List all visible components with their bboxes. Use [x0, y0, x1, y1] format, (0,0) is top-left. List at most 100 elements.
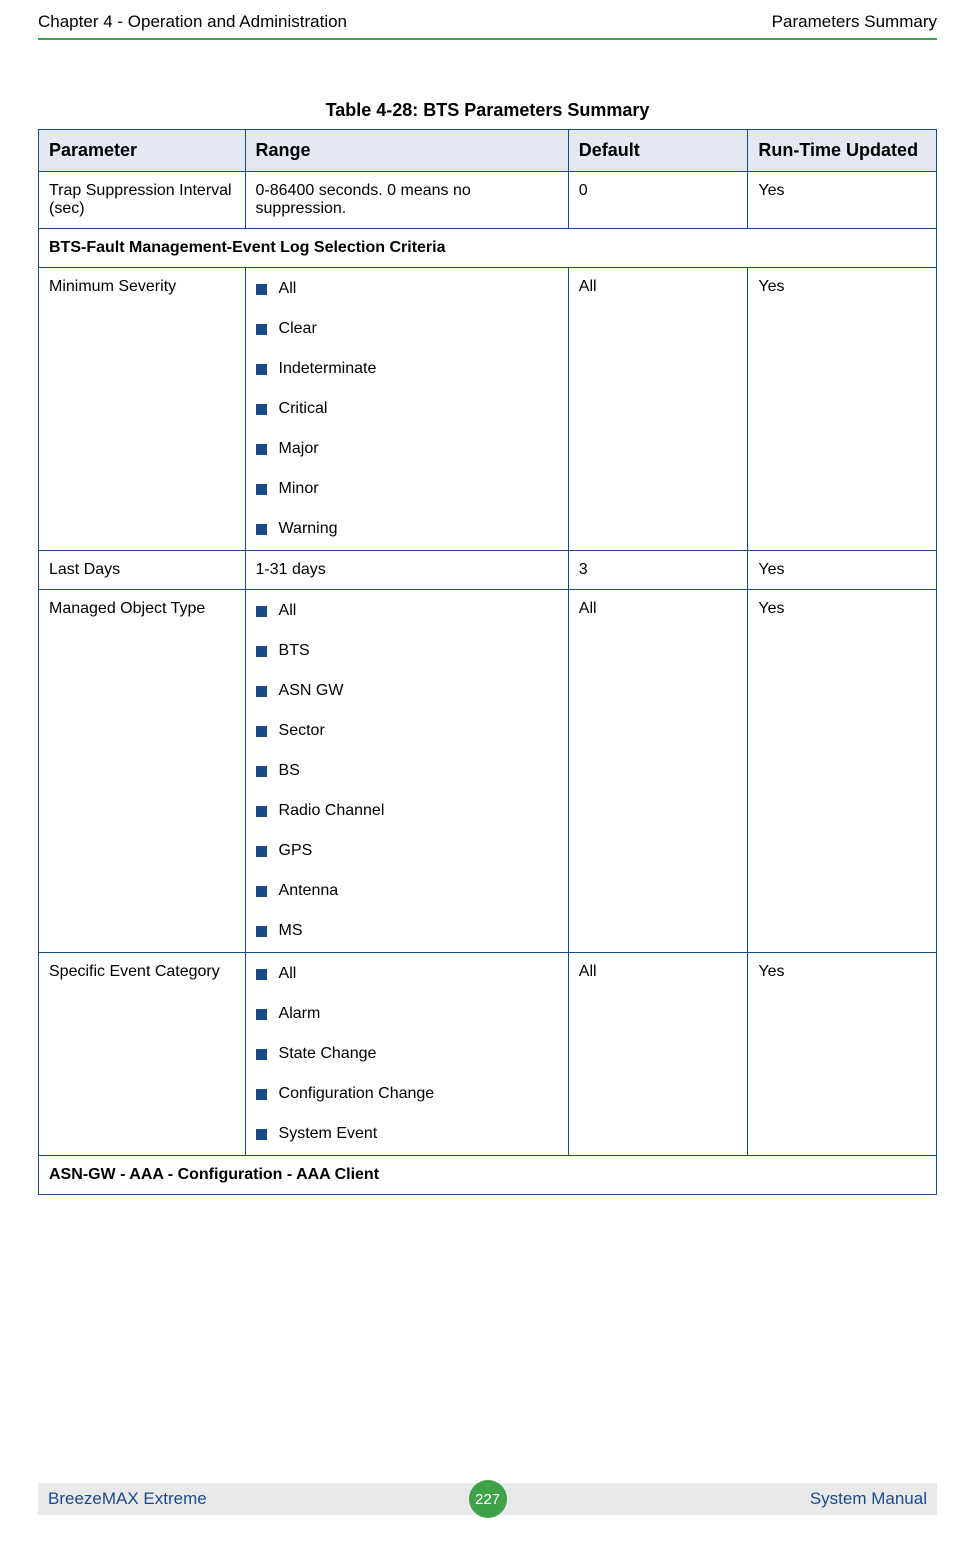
cell-default: All	[568, 590, 748, 953]
col-parameter: Parameter	[39, 130, 246, 172]
cell-default: All	[568, 953, 748, 1156]
list-item: All	[256, 602, 558, 620]
list-item-label: Antenna	[279, 882, 339, 900]
table-row: Last Days 1-31 days 3 Yes	[39, 551, 937, 590]
square-bullet-icon	[256, 1129, 267, 1140]
table-title: Table 4-28: BTS Parameters Summary	[38, 100, 937, 121]
list-item: BS	[256, 762, 558, 780]
list-item: ASN GW	[256, 682, 558, 700]
square-bullet-icon	[256, 484, 267, 495]
square-bullet-icon	[256, 806, 267, 817]
square-bullet-icon	[256, 1049, 267, 1060]
square-bullet-icon	[256, 646, 267, 657]
section-asn-header: ASN-GW - AAA - Configuration - AAA Clien…	[39, 1156, 937, 1195]
square-bullet-icon	[256, 524, 267, 535]
list-item-label: Critical	[279, 400, 328, 418]
square-bullet-icon	[256, 846, 267, 857]
cell-runtime: Yes	[748, 268, 937, 551]
cell-runtime: Yes	[748, 590, 937, 953]
section-fault-header: BTS-Fault Management-Event Log Selection…	[39, 229, 937, 268]
list-item-label: Minor	[279, 480, 319, 498]
list-item-label: Sector	[279, 722, 325, 740]
table-section-row: ASN-GW - AAA - Configuration - AAA Clien…	[39, 1156, 937, 1195]
list-item-label: All	[279, 602, 297, 620]
content-area: Table 4-28: BTS Parameters Summary Param…	[0, 40, 975, 1195]
list-item: Antenna	[256, 882, 558, 900]
cell-runtime: Yes	[748, 953, 937, 1156]
list-item: Minor	[256, 480, 558, 498]
footer-left: BreezeMAX Extreme	[48, 1489, 207, 1509]
cell-param: Trap Suppression Interval (sec)	[39, 172, 246, 229]
square-bullet-icon	[256, 766, 267, 777]
list-item: All	[256, 280, 558, 298]
parameters-table: Parameter Range Default Run-Time Updated…	[38, 129, 937, 1195]
list-item: MS	[256, 922, 558, 940]
list-item: State Change	[256, 1045, 558, 1063]
square-bullet-icon	[256, 726, 267, 737]
list-item-label: Alarm	[279, 1005, 321, 1023]
list-item-label: Major	[279, 440, 319, 458]
list-item: System Event	[256, 1125, 558, 1143]
table-section-row: BTS-Fault Management-Event Log Selection…	[39, 229, 937, 268]
cell-param: Minimum Severity	[39, 268, 246, 551]
list-item-label: ASN GW	[279, 682, 344, 700]
cell-param: Last Days	[39, 551, 246, 590]
footer-right: System Manual	[810, 1489, 927, 1509]
square-bullet-icon	[256, 284, 267, 295]
square-bullet-icon	[256, 404, 267, 415]
cell-param: Specific Event Category	[39, 953, 246, 1156]
cell-default: All	[568, 268, 748, 551]
cell-default: 0	[568, 172, 748, 229]
list-item: Critical	[256, 400, 558, 418]
cell-range: All Clear Indeterminate Critical Major M…	[245, 268, 568, 551]
col-runtime: Run-Time Updated	[748, 130, 937, 172]
table-row: Managed Object Type All BTS ASN GW Secto…	[39, 590, 937, 953]
cell-param: Managed Object Type	[39, 590, 246, 953]
cell-range: 0-86400 seconds. 0 means no suppression.	[245, 172, 568, 229]
list-item: Alarm	[256, 1005, 558, 1023]
list-item-label: Clear	[279, 320, 317, 338]
square-bullet-icon	[256, 686, 267, 697]
list-item-label: BS	[279, 762, 300, 780]
page-footer: BreezeMAX Extreme 227 System Manual	[0, 1483, 975, 1515]
list-item-label: State Change	[279, 1045, 377, 1063]
cell-default: 3	[568, 551, 748, 590]
list-item: Clear	[256, 320, 558, 338]
cell-range: All BTS ASN GW Sector BS Radio Channel G…	[245, 590, 568, 953]
col-range: Range	[245, 130, 568, 172]
square-bullet-icon	[256, 444, 267, 455]
list-item-label: GPS	[279, 842, 313, 860]
square-bullet-icon	[256, 886, 267, 897]
range-list: All Alarm State Change Configuration Cha…	[256, 965, 558, 1143]
list-item-label: Warning	[279, 520, 338, 538]
list-item: GPS	[256, 842, 558, 860]
square-bullet-icon	[256, 324, 267, 335]
table-row: Trap Suppression Interval (sec) 0-86400 …	[39, 172, 937, 229]
range-list: All Clear Indeterminate Critical Major M…	[256, 280, 558, 538]
list-item-label: Configuration Change	[279, 1085, 435, 1103]
footer-bar: BreezeMAX Extreme 227 System Manual	[38, 1483, 937, 1515]
square-bullet-icon	[256, 606, 267, 617]
list-item-label: Radio Channel	[279, 802, 385, 820]
list-item: Indeterminate	[256, 360, 558, 378]
list-item-label: All	[279, 965, 297, 983]
square-bullet-icon	[256, 1009, 267, 1020]
table-row: Specific Event Category All Alarm State …	[39, 953, 937, 1156]
square-bullet-icon	[256, 969, 267, 980]
list-item-label: MS	[279, 922, 303, 940]
list-item: Warning	[256, 520, 558, 538]
header-right: Parameters Summary	[772, 12, 937, 32]
table-row: Minimum Severity All Clear Indeterminate…	[39, 268, 937, 551]
list-item: Configuration Change	[256, 1085, 558, 1103]
square-bullet-icon	[256, 1089, 267, 1100]
page-header: Chapter 4 - Operation and Administration…	[0, 0, 975, 38]
list-item-label: BTS	[279, 642, 310, 660]
list-item: Major	[256, 440, 558, 458]
list-item: Radio Channel	[256, 802, 558, 820]
cell-runtime: Yes	[748, 551, 937, 590]
list-item: BTS	[256, 642, 558, 660]
cell-range: 1-31 days	[245, 551, 568, 590]
cell-range: All Alarm State Change Configuration Cha…	[245, 953, 568, 1156]
table-header-row: Parameter Range Default Run-Time Updated	[39, 130, 937, 172]
list-item-label: Indeterminate	[279, 360, 377, 378]
